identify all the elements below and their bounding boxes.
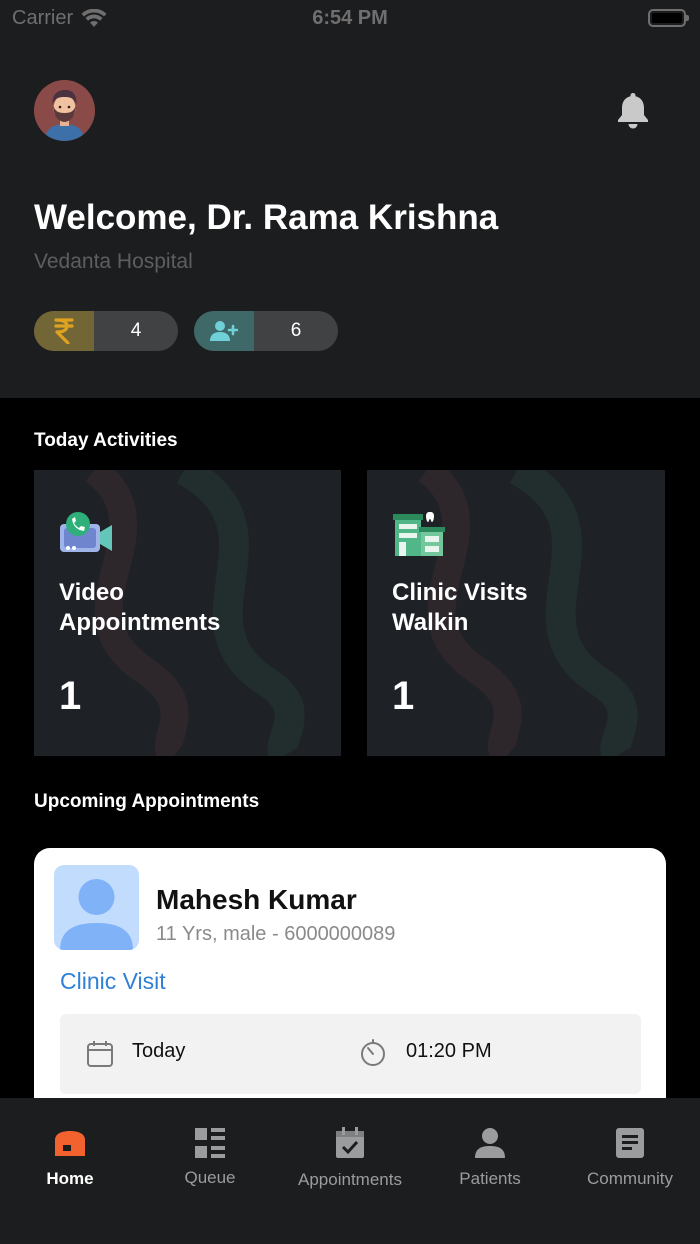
- video-appointments-label-line2: Appointments: [59, 609, 221, 636]
- video-appointments-count: 1: [59, 674, 82, 718]
- visit-type-link[interactable]: Clinic Visit: [60, 968, 166, 995]
- tab-queue-label: Queue: [184, 1168, 236, 1187]
- tab-community-label: Community: [587, 1169, 673, 1188]
- clinic-visits-label-line2: Walkin: [392, 609, 469, 636]
- patient-avatar: [54, 865, 139, 950]
- tab-home[interactable]: Home: [0, 1098, 140, 1244]
- video-appointments-card[interactable]: Video Appointments 1: [34, 470, 341, 756]
- status-bar: Carrier 6:54 PM: [0, 0, 700, 36]
- earnings-pill[interactable]: 4: [34, 311, 178, 351]
- video-appointments-label-line1: Video: [59, 579, 124, 606]
- notification-bell-icon[interactable]: [614, 90, 652, 130]
- hospital-name: Vedanta Hospital: [34, 250, 193, 273]
- tab-patients-label: Patients: [459, 1169, 521, 1188]
- new-patients-count: 6: [290, 320, 302, 341]
- today-activities-title: Today Activities: [34, 430, 178, 451]
- video-appointments-label: Video Appointments: [59, 578, 220, 638]
- document-icon: [616, 1128, 644, 1158]
- video-call-icon: [60, 512, 112, 552]
- timer-icon: [361, 1039, 385, 1066]
- clinic-visits-count: 1: [392, 674, 415, 718]
- add-person-icon: [194, 311, 254, 351]
- clinic-building-icon: [393, 512, 445, 556]
- calendar-icon: [87, 1041, 113, 1067]
- clinic-visits-card[interactable]: Clinic Visits Walkin 1: [367, 470, 665, 756]
- tab-appointments-label: Appointments: [298, 1170, 402, 1189]
- tab-community[interactable]: Community: [560, 1098, 700, 1244]
- welcome-title: Welcome, Dr. Rama Krishna: [34, 198, 499, 237]
- clinic-visits-label-line1: Clinic Visits: [392, 579, 528, 606]
- earnings-count: 4: [130, 320, 142, 341]
- tab-patients[interactable]: Patients: [420, 1098, 560, 1244]
- person-placeholder-icon: [60, 879, 133, 950]
- calendar-check-icon: [336, 1127, 364, 1158]
- clinic-visits-label: Clinic Visits Walkin: [392, 578, 528, 638]
- rupee-icon: [34, 311, 94, 351]
- doctor-avatar-image: [34, 80, 95, 141]
- appointment-slot: Today 01:20 PM: [60, 1014, 641, 1094]
- home-icon: [55, 1131, 85, 1156]
- tab-appointments[interactable]: Appointments: [280, 1098, 420, 1244]
- status-time: 6:54 PM: [312, 7, 388, 29]
- queue-icon: [195, 1128, 225, 1158]
- tab-queue[interactable]: Queue: [140, 1098, 280, 1244]
- patient-name: Mahesh Kumar: [156, 884, 357, 915]
- person-icon: [475, 1128, 505, 1158]
- new-patients-pill[interactable]: 6: [194, 311, 338, 351]
- header: Carrier 6:54 PM Welcome, Dr. Rama Krishn…: [0, 0, 700, 398]
- doctor-avatar[interactable]: [34, 80, 95, 141]
- battery-icon: [648, 9, 689, 27]
- upcoming-appointments-title: Upcoming Appointments: [34, 791, 260, 812]
- tab-home-label: Home: [46, 1169, 94, 1188]
- patient-details: 11 Yrs, male - 6000000089: [156, 923, 396, 945]
- bottom-tab-bar: Home Queue Appointments Patients Communi…: [0, 1098, 700, 1244]
- appointment-date: Today: [132, 1040, 186, 1062]
- appointment-time: 01:20 PM: [406, 1040, 492, 1062]
